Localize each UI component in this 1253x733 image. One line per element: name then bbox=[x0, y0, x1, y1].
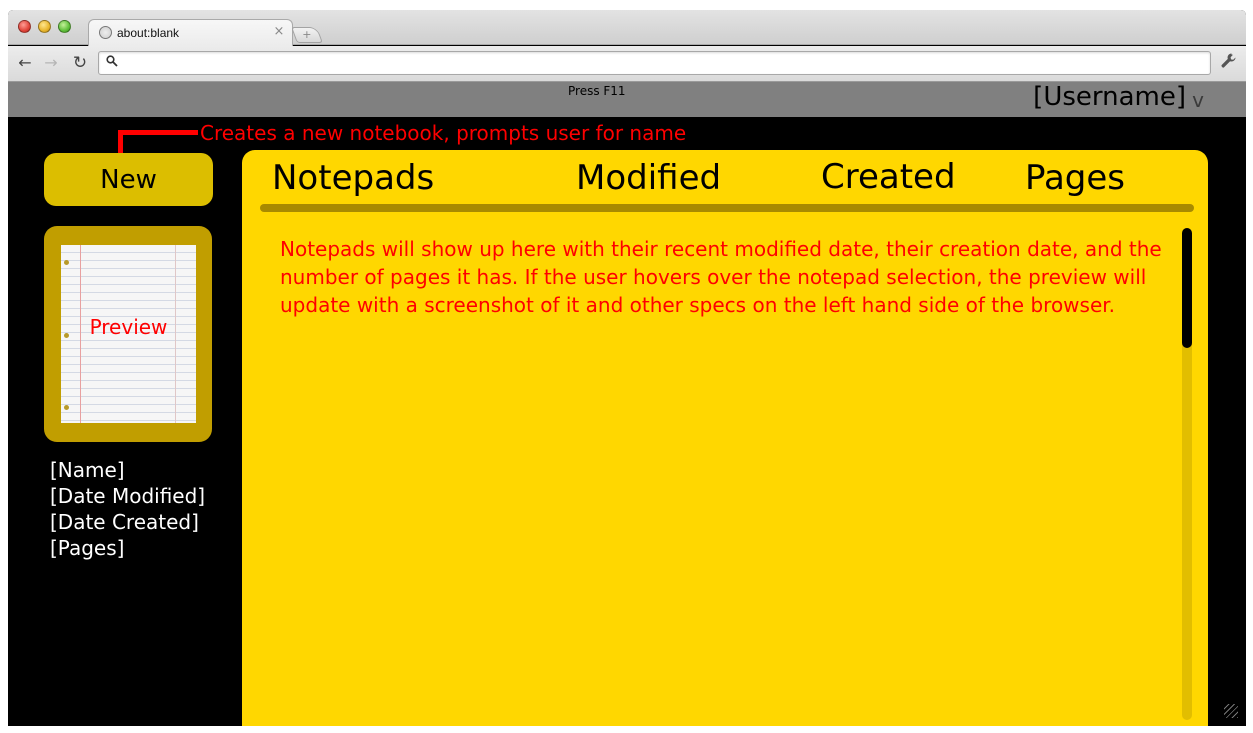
new-tab-button[interactable]: + bbox=[291, 27, 323, 43]
chevron-down-icon[interactable]: v bbox=[1192, 88, 1204, 112]
detail-pages: [Pages] bbox=[50, 536, 125, 560]
column-header-created[interactable]: Created bbox=[821, 157, 956, 197]
column-header-modified[interactable]: Modified bbox=[576, 158, 721, 198]
annotation-line-horizontal bbox=[118, 130, 198, 135]
forward-button[interactable]: → bbox=[41, 53, 61, 73]
browser-toolbar: ← → ↻ bbox=[8, 46, 1246, 82]
tab-close-icon[interactable]: × bbox=[272, 24, 286, 39]
scrollbar-thumb[interactable] bbox=[1182, 228, 1192, 348]
paper-thumbnail: Preview bbox=[61, 245, 196, 423]
notepad-preview: Preview bbox=[44, 226, 212, 442]
detail-date-created: [Date Created] bbox=[50, 510, 199, 534]
notepad-list-placeholder: Notepads will show up here with their re… bbox=[280, 237, 1162, 317]
wrench-icon[interactable] bbox=[1218, 52, 1238, 74]
notepad-details: [Name] [Date Modified] [Date Created] [P… bbox=[50, 457, 205, 561]
close-window-button[interactable] bbox=[18, 20, 31, 33]
detail-name: [Name] bbox=[50, 458, 125, 482]
preview-label: Preview bbox=[89, 315, 168, 339]
window-resize-grip[interactable] bbox=[1224, 704, 1238, 718]
plus-icon: + bbox=[302, 28, 312, 41]
notepad-list-panel: Notepads Modified Created Pages Notepads… bbox=[242, 150, 1208, 726]
reload-button[interactable]: ↻ bbox=[70, 53, 90, 73]
header-divider bbox=[260, 204, 1194, 212]
globe-icon bbox=[99, 26, 112, 39]
minimize-window-button[interactable] bbox=[38, 20, 51, 33]
tab-strip: about:blank × + bbox=[8, 10, 1246, 46]
back-button[interactable]: ← bbox=[15, 53, 35, 73]
paper-hole bbox=[64, 260, 69, 265]
paper-hole bbox=[64, 405, 69, 410]
browser-window: about:blank × + ← → ↻ Press F11 [Usernam… bbox=[8, 10, 1246, 726]
search-icon bbox=[106, 55, 118, 71]
column-header-pages[interactable]: Pages bbox=[1025, 158, 1125, 198]
tab-title: about:blank bbox=[117, 26, 180, 40]
username-menu[interactable]: [Username] bbox=[1033, 82, 1186, 112]
app-header-bar: Press F11 [Username] v bbox=[8, 82, 1246, 117]
column-header-notepads[interactable]: Notepads bbox=[272, 158, 434, 198]
browser-tab[interactable]: about:blank × bbox=[88, 19, 293, 46]
new-notebook-button[interactable]: New bbox=[44, 153, 213, 206]
zoom-window-button[interactable] bbox=[58, 20, 71, 33]
fullscreen-hint: Press F11 bbox=[568, 84, 626, 98]
address-bar[interactable] bbox=[98, 51, 1211, 75]
new-button-annotation: Creates a new notebook, prompts user for… bbox=[200, 121, 687, 145]
detail-date-modified: [Date Modified] bbox=[50, 484, 206, 508]
